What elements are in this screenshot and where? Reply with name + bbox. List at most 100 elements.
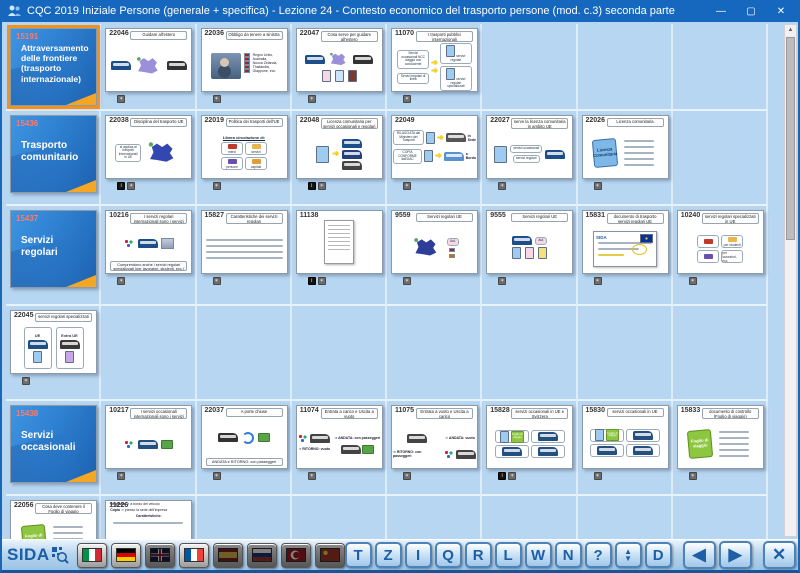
marker-indicator-icon[interactable]: ✶	[127, 182, 135, 190]
marker-indicator-icon[interactable]: ✶	[498, 182, 506, 190]
transport-ticket: SIDA	[593, 231, 657, 267]
marker-indicator-icon[interactable]: ✶	[689, 277, 697, 285]
flag-button-russia[interactable]	[247, 543, 277, 568]
slide-thumbnail[interactable]: 15833documento di controllo (Foglio di v…	[677, 405, 764, 469]
scrollbar[interactable]: ▲	[784, 24, 797, 537]
flag-button-spain[interactable]	[213, 543, 243, 568]
slide-thumbnail[interactable]: 22027serve la licenza comunitaria in amb…	[486, 115, 573, 179]
slide-thumbnail[interactable]: 10240servizi regolari specializzati in U…	[677, 210, 764, 274]
marker-indicator-icon[interactable]: ✶	[508, 472, 516, 480]
europe-map-icon	[133, 56, 165, 76]
slide-thumbnail[interactable]: 9555Servizi regolari UEAut.	[486, 210, 573, 274]
toolbar-button-d[interactable]: D	[645, 542, 672, 568]
info-indicator-icon[interactable]: i	[117, 182, 125, 190]
toolbar-button-i[interactable]: I	[405, 542, 432, 568]
marker-indicator-icon[interactable]: ✶	[308, 472, 316, 480]
toolbar-button-help[interactable]: ?	[585, 542, 612, 568]
marker-indicator-icon[interactable]: ✶	[308, 95, 316, 103]
marker-indicator-icon[interactable]: ✶	[403, 472, 411, 480]
flag-button-china[interactable]	[315, 543, 345, 568]
document-icon	[525, 247, 534, 259]
slide-thumbnail[interactable]: 11070I trasporti pubblici internazionali…	[391, 28, 478, 92]
maximize-button[interactable]: ▢	[736, 0, 766, 22]
flag-button-turkey[interactable]	[281, 543, 311, 568]
toolbar-button-t[interactable]: T	[345, 542, 372, 568]
slide-thumbnail[interactable]: 10217I servizi occasionali internazional…	[105, 405, 192, 469]
flag-button-france[interactable]	[179, 543, 209, 568]
marker-indicator-icon[interactable]: ✶	[117, 95, 125, 103]
document-icon	[500, 431, 509, 443]
slide-thumbnail[interactable]: 22046Guidare all'estero	[105, 28, 192, 92]
slide-number: 15436	[16, 119, 38, 128]
marker-indicator-icon[interactable]: ✶	[318, 277, 326, 285]
prev-slide-button[interactable]: ◀	[683, 541, 716, 569]
spinner-button[interactable]: ▲▼	[615, 542, 642, 568]
info-indicator-icon[interactable]: i	[498, 472, 506, 480]
slide-thumbnail[interactable]: 22045servizi regolari specializzatiUEExt…	[10, 310, 97, 374]
slide-number: 11074	[300, 407, 319, 414]
flag-button-uk[interactable]	[145, 543, 175, 568]
slide-thumbnail[interactable]: 15828servizi occasionali in UE e Svizzer…	[486, 405, 573, 469]
minimize-button[interactable]: —	[706, 0, 736, 22]
toolbar-button-q[interactable]: Q	[435, 542, 462, 568]
toolbar-button-n[interactable]: N	[555, 542, 582, 568]
slide-thumbnail[interactable]: 22036Obbligo da tenere a sinistraRegno U…	[201, 28, 288, 92]
slide-thumbnail[interactable]: 22048Licenza comunitaria per servizi occ…	[296, 115, 383, 179]
section-thumbnail[interactable]: 15436Trasporto comunitario	[10, 115, 97, 193]
toolbar-button-r[interactable]: R	[465, 542, 492, 568]
toolbar-button-l[interactable]: L	[495, 542, 522, 568]
toolbar-button-z[interactable]: Z	[375, 542, 402, 568]
slide-thumbnail[interactable]: 22026Licenza comunitariaLicenza Comunita…	[582, 115, 669, 179]
marker-indicator-icon[interactable]: ✶	[403, 95, 411, 103]
slide-thumbnail[interactable]: 9559Servizi regolari UEAut.	[391, 210, 478, 274]
flag-button-germany[interactable]	[111, 543, 141, 568]
slide-number: 15830	[586, 407, 605, 414]
section-thumbnail[interactable]: 15437Servizi regolari	[10, 210, 97, 288]
slide-thumbnail[interactable]: 15830servizi occasionali in UEFoglio di …	[582, 405, 669, 469]
slide-thumbnail[interactable]: 15831documento di trasporto servizi rego…	[582, 210, 669, 274]
close-window-button[interactable]: ✕	[766, 0, 796, 22]
slide-thumbnail[interactable]: 22056Cosa deve contenere il Foglio di vi…	[10, 500, 97, 539]
marker-indicator-icon[interactable]: ✶	[498, 277, 506, 285]
toolbar-button-w[interactable]: W	[525, 542, 552, 568]
marker-indicator-icon[interactable]: ✶	[594, 182, 602, 190]
marker-indicator-icon[interactable]: ✶	[117, 277, 125, 285]
slide-thumbnail[interactable]: 22049RILASCIATA dal Ministero dei Traspo…	[391, 115, 478, 179]
info-indicator-icon[interactable]: i	[308, 182, 316, 190]
marker-indicator-icon[interactable]: ✶	[318, 182, 326, 190]
grid-cell: 11075Entrata a vuoto e Uscita a carico➜ …	[387, 401, 482, 496]
marker-indicator-icon[interactable]: ✶	[213, 472, 221, 480]
slide-thumbnail[interactable]: 22038Disciplina del trasporto UEsi appli…	[105, 115, 192, 179]
slide-indicators: ✶	[403, 95, 478, 105]
slide-art: Regno Unito,Australia,Nuova Zelanda,Thai…	[202, 41, 287, 91]
marker-indicator-icon[interactable]: ✶	[594, 472, 602, 480]
scroll-up-button[interactable]: ▲	[785, 25, 796, 36]
marker-indicator-icon[interactable]: ✶	[403, 182, 411, 190]
marker-indicator-icon[interactable]: ✶	[22, 377, 30, 385]
slide-title: Disciplina del trasporto UE	[130, 118, 187, 127]
slide-thumbnail[interactable]: 11075Entrata a vuoto e Uscita a carico➜ …	[391, 405, 478, 469]
marker-indicator-icon[interactable]: ✶	[594, 277, 602, 285]
section-thumbnail[interactable]: 15191Attraversamento delle frontiere (tr…	[10, 28, 97, 106]
slide-thumbnail[interactable]: 22019Politica dei trasporti dell'UELiber…	[201, 115, 288, 179]
marker-indicator-icon[interactable]: ✶	[213, 277, 221, 285]
next-slide-button[interactable]: ▶	[719, 541, 752, 569]
marker-indicator-icon[interactable]: ✶	[117, 472, 125, 480]
marker-indicator-icon[interactable]: ✶	[403, 277, 411, 285]
scrollbar-thumb[interactable]	[786, 37, 795, 240]
marker-indicator-icon[interactable]: ✶	[213, 182, 221, 190]
marker-indicator-icon[interactable]: ✶	[213, 95, 221, 103]
slide-thumbnail[interactable]: 10216I servizi regolari internazionali s…	[105, 210, 192, 274]
slide-thumbnail[interactable]: 22037A porte chiuseANDATA e RITORNO: con…	[201, 405, 288, 469]
flag-button-italy[interactable]	[77, 543, 107, 568]
slide-art	[202, 418, 287, 458]
slide-thumbnail[interactable]: 15827Caratteristiche dei servizi regolar…	[201, 210, 288, 274]
slide-thumbnail[interactable]: 22047Cosa serve per guidare all'estero	[296, 28, 383, 92]
slide-thumbnail[interactable]: 11138	[296, 210, 383, 274]
info-indicator-icon[interactable]: i	[308, 277, 316, 285]
section-thumbnail[interactable]: 15438Servizi occasionali	[10, 405, 97, 483]
slide-thumbnail[interactable]: 11074Entrata a carico e Uscita a vuoto➜ …	[296, 405, 383, 469]
slide-thumbnail[interactable]: 11226Originale ➜ a bordo del veicoloCopi…	[105, 500, 192, 539]
marker-indicator-icon[interactable]: ✶	[689, 472, 697, 480]
close-button[interactable]: ✕	[763, 541, 796, 569]
